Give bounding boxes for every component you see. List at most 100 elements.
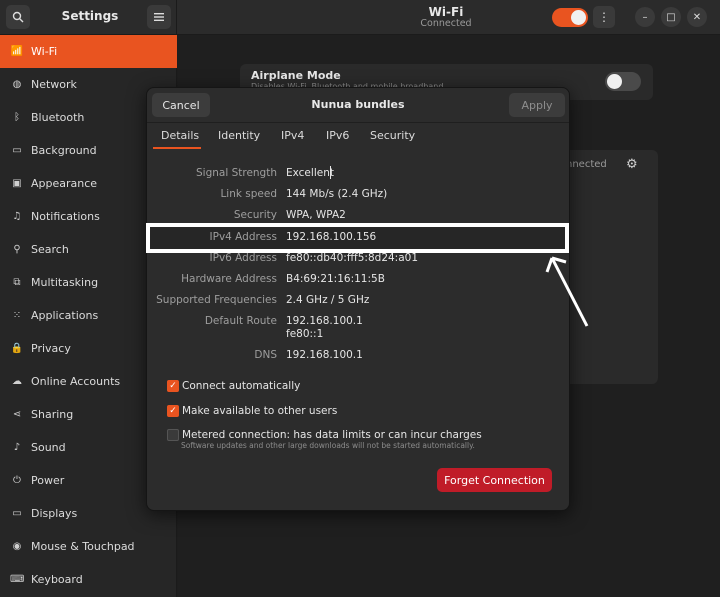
- sidebar-item-label: Power: [31, 474, 65, 487]
- default-route-value-2: fe80::1: [286, 328, 324, 340]
- tab-security[interactable]: Security: [370, 129, 415, 142]
- close-icon: ✕: [692, 11, 702, 23]
- minimize-button[interactable]: –: [635, 7, 655, 27]
- minimize-icon: –: [642, 11, 648, 23]
- tab-identity[interactable]: Identity: [218, 129, 260, 142]
- wifi-toggle[interactable]: [552, 8, 588, 27]
- supported-frequencies-value: 2.4 GHz / 5 GHz: [286, 294, 370, 306]
- network-icon: ◍: [12, 79, 22, 90]
- share-icon: ⋖: [12, 409, 22, 420]
- sidebar-item-label: Background: [31, 144, 97, 157]
- metered-connection-checkbox[interactable]: Metered connection: has data limits or c…: [167, 429, 482, 441]
- tab-ipv6[interactable]: IPv6: [326, 129, 349, 142]
- hardware-address-value: B4:69:21:16:11:5B: [286, 273, 385, 285]
- signal-strength-value: Excellent: [286, 167, 334, 179]
- cancel-button[interactable]: Cancel: [152, 93, 210, 117]
- signal-strength-label: Signal Strength: [195, 167, 277, 179]
- background-icon: ▭: [12, 145, 22, 156]
- sidebar-item-label: Network: [31, 78, 77, 91]
- dialog-header: Cancel Nunua bundles Apply: [147, 88, 569, 123]
- hamburger-icon: [154, 13, 164, 21]
- wifi-icon: 📶: [10, 46, 24, 57]
- available-to-users-label: Make available to other users: [182, 405, 338, 417]
- gear-icon[interactable]: ⚙: [626, 157, 638, 172]
- default-route-value-1: 192.168.100.1: [286, 315, 363, 327]
- text-cursor: [330, 166, 331, 179]
- tab-ipv4[interactable]: IPv4: [281, 129, 304, 142]
- keyboard-icon: ⌨: [10, 574, 25, 585]
- sidebar-item-label: Notifications: [31, 210, 100, 223]
- menu-button[interactable]: [147, 5, 171, 29]
- power-icon: ⏻: [13, 475, 21, 486]
- sidebar-item-keyboard[interactable]: ⌨ Keyboard: [0, 563, 177, 596]
- sidebar-item-label: Sharing: [31, 408, 74, 421]
- search-icon: [12, 11, 24, 23]
- sidebar-item-label: Keyboard: [31, 573, 83, 586]
- panel-title: Wi-Fi: [428, 5, 464, 19]
- ipv4-address-value: 192.168.100.156: [286, 231, 377, 243]
- dns-value: 192.168.100.1: [286, 349, 363, 361]
- security-value: WPA, WPA2: [286, 209, 346, 221]
- display-icon: ▭: [12, 508, 22, 519]
- dialog-tabs: Details Identity IPv4 IPv6 Security: [147, 124, 569, 150]
- cloud-icon: ☁: [12, 376, 22, 387]
- connect-automatically-checkbox[interactable]: ✓ Connect automatically: [167, 380, 300, 392]
- toggle-knob: [571, 10, 586, 25]
- airplane-mode-toggle[interactable]: [605, 72, 641, 91]
- sidebar-item-wifi[interactable]: 📶 Wi-Fi: [0, 35, 177, 68]
- link-speed-label: Link speed: [220, 188, 277, 200]
- toggle-knob: [607, 74, 622, 89]
- settings-title: Settings: [61, 9, 119, 23]
- ipv6-address-label: IPv6 Address: [209, 252, 277, 264]
- checkmark-icon: ✓: [167, 405, 179, 417]
- settings-window: Settings Wi-Fi Connected ⋮ – □ ✕ 📶 Wi-Fi …: [0, 0, 720, 597]
- ipv4-address-label: IPv4 Address: [209, 231, 277, 243]
- network-status: nnected: [566, 159, 607, 170]
- checkmark-icon: ✓: [167, 380, 179, 392]
- airplane-mode-title: Airplane Mode: [251, 69, 341, 82]
- hardware-address-label: Hardware Address: [181, 273, 277, 285]
- more-options-button[interactable]: ⋮: [593, 6, 615, 28]
- sidebar-item-label: Online Accounts: [31, 375, 121, 388]
- available-to-users-checkbox[interactable]: ✓ Make available to other users: [167, 405, 337, 417]
- default-route-label: Default Route: [204, 315, 277, 327]
- ipv6-address-value: fe80::db40:fff5:8d24:a01: [286, 252, 419, 264]
- close-button[interactable]: ✕: [687, 7, 707, 27]
- sidebar-item-label: Appearance: [31, 177, 98, 190]
- sidebar-item-label: Displays: [31, 507, 78, 520]
- sidebar-item-mouse-touchpad[interactable]: ◉ Mouse & Touchpad: [0, 530, 177, 563]
- supported-frequencies-label: Supported Frequencies: [156, 294, 277, 306]
- sidebar-item-label: Applications: [31, 309, 99, 322]
- bluetooth-icon: ᛒ: [14, 112, 20, 123]
- sidebar-item-label: Wi-Fi: [31, 45, 58, 58]
- connect-automatically-label: Connect automatically: [182, 380, 301, 392]
- sidebar-header: Settings: [0, 0, 177, 35]
- appearance-icon: ▣: [12, 178, 22, 189]
- dialog-title: Nunua bundles: [311, 98, 405, 111]
- apply-button[interactable]: Apply: [509, 93, 565, 117]
- metered-connection-description: Software updates and other large downloa…: [181, 441, 475, 450]
- multitasking-icon: ⧉: [13, 277, 21, 288]
- active-tab-indicator: [153, 147, 201, 149]
- sidebar-item-label: Privacy: [31, 342, 71, 355]
- kebab-icon: ⋮: [598, 10, 610, 24]
- sidebar-item-label: Mouse & Touchpad: [31, 540, 135, 553]
- metered-connection-label: Metered connection: has data limits or c…: [182, 429, 482, 441]
- panel-subtitle: Connected: [420, 18, 472, 29]
- lock-icon: 🔒: [10, 343, 24, 354]
- sidebar-item-label: Sound: [31, 441, 66, 454]
- header-bar: Settings Wi-Fi Connected ⋮ – □ ✕: [0, 0, 720, 35]
- forget-connection-button[interactable]: Forget Connection: [437, 468, 552, 492]
- tab-details[interactable]: Details: [161, 129, 199, 142]
- sidebar-item-label: Search: [31, 243, 69, 256]
- dns-label: DNS: [254, 349, 277, 361]
- sidebar-item-label: Multitasking: [31, 276, 99, 289]
- unchecked-box-icon: [167, 429, 179, 441]
- security-label: Security: [233, 209, 277, 221]
- link-speed-value: 144 Mb/s (2.4 GHz): [286, 188, 388, 200]
- search-icon: ⚲: [13, 244, 21, 255]
- maximize-button[interactable]: □: [661, 7, 681, 27]
- music-icon: ♪: [13, 442, 21, 453]
- search-button[interactable]: [6, 5, 30, 29]
- bell-icon: ♫: [12, 211, 22, 222]
